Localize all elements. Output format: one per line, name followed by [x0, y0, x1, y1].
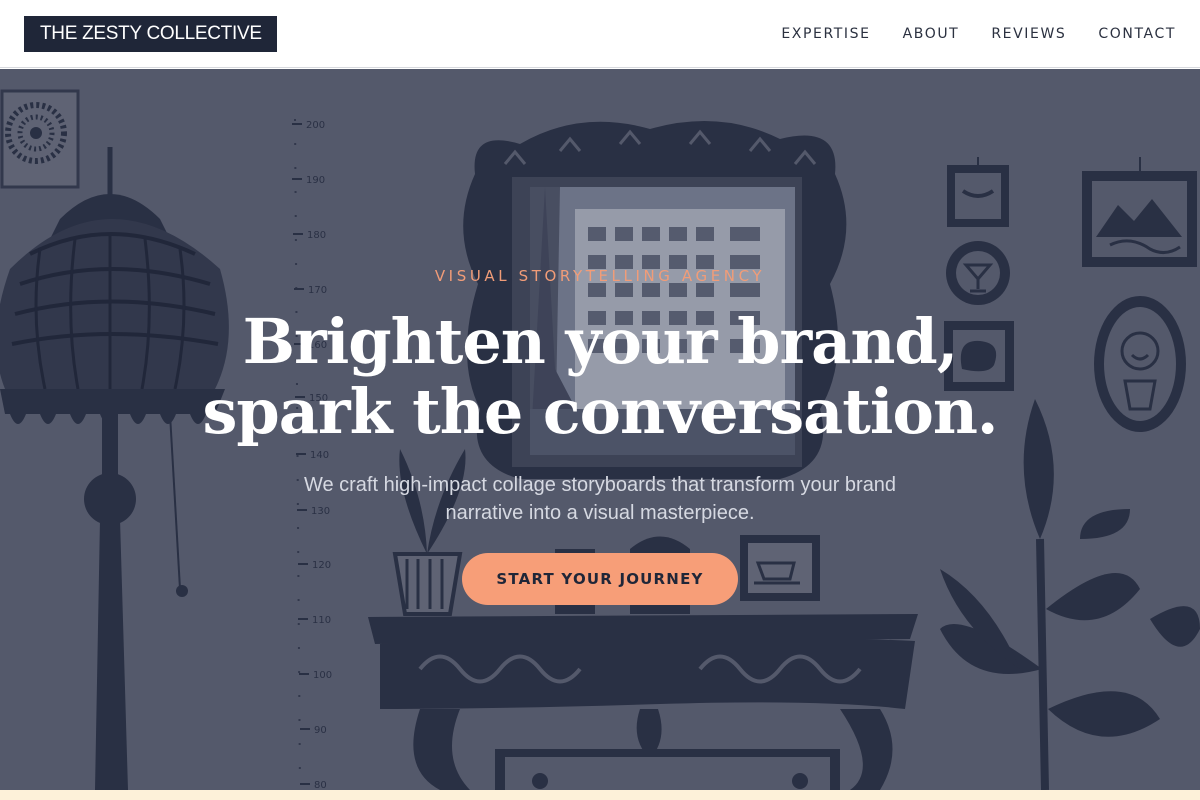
hero-section: 200 190 180 170 160 150 140 130 120 110 …	[0, 69, 1200, 790]
hero-headline-line-2: spark the conversation.	[202, 375, 999, 448]
hero-eyebrow: VISUAL STORYTELLING AGENCY	[434, 267, 766, 285]
nav-link-contact[interactable]: CONTACT	[1098, 26, 1176, 42]
site-header: THE ZESTY COLLECTIVE EXPERTISE ABOUT REV…	[0, 0, 1200, 68]
start-journey-button[interactable]: START YOUR JOURNEY	[462, 553, 738, 605]
nav-link-reviews[interactable]: REVIEWS	[991, 26, 1066, 42]
main-nav: EXPERTISE ABOUT REVIEWS CONTACT	[749, 0, 1176, 68]
nav-link-about[interactable]: ABOUT	[903, 26, 960, 42]
hero-content: VISUAL STORYTELLING AGENCY Brighten your…	[0, 69, 1200, 790]
hero-subtext: We craft high-impact collage storyboards…	[280, 471, 920, 527]
hero-subtext-line-1: We craft high-impact collage storyboards…	[303, 474, 897, 496]
nav-link-expertise[interactable]: EXPERTISE	[781, 26, 870, 42]
hero-headline: Brighten your brand, spark the conversat…	[0, 307, 1200, 447]
hero-subtext-line-2: narrative into a visual masterpiece.	[445, 502, 755, 524]
hero-headline-line-1: Brighten your brand,	[242, 305, 959, 378]
brand-logo[interactable]: THE ZESTY COLLECTIVE	[24, 15, 277, 52]
next-section-edge	[0, 790, 1200, 800]
